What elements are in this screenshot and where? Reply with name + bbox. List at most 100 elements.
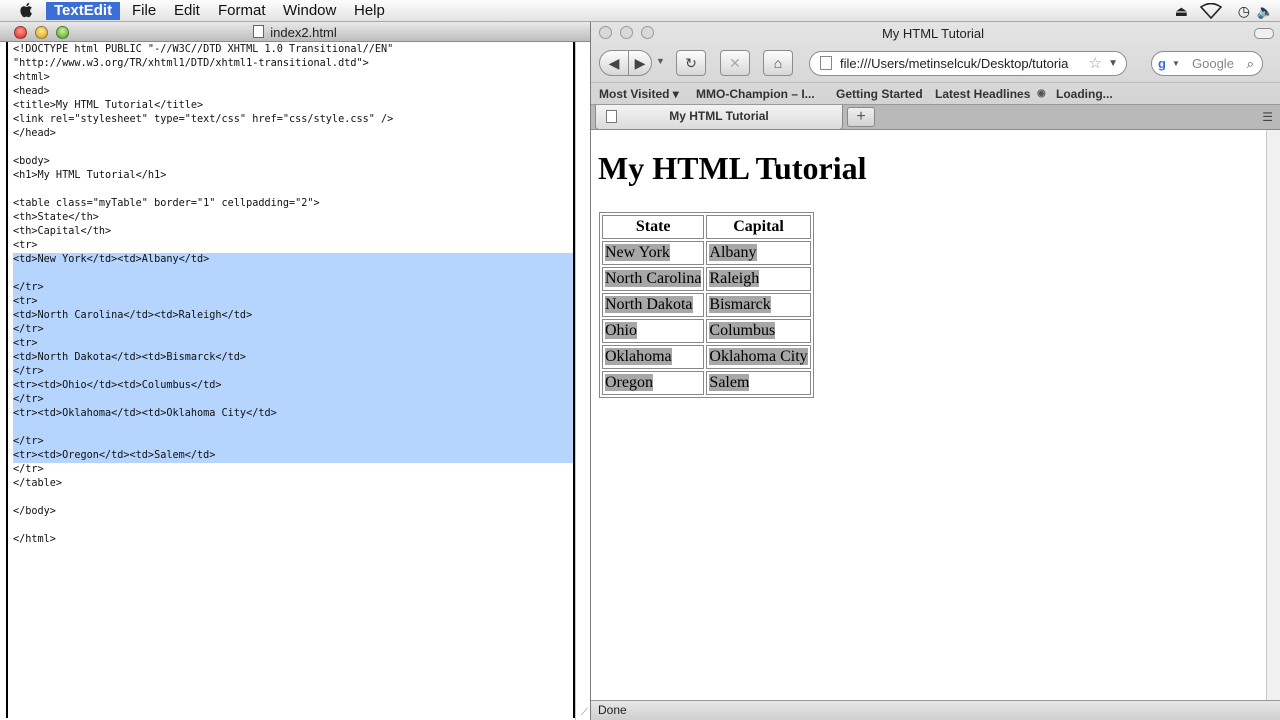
reload-button[interactable]: ↻ (676, 50, 706, 76)
source-code[interactable]: <!DOCTYPE html PUBLIC "-//W3C//DTD XHTML… (13, 43, 573, 547)
back-button[interactable]: ◀ (599, 50, 629, 76)
menu-format[interactable]: Format (218, 2, 266, 20)
google-engine-icon[interactable]: g (1158, 52, 1166, 75)
code-line[interactable]: <table class="myTable" border="1" cellpa… (13, 197, 573, 211)
firefox-window-title: My HTML Tutorial (881, 26, 985, 41)
cell-text: Raleigh (709, 270, 760, 287)
text-editor[interactable]: <!DOCTYPE html PUBLIC "-//W3C//DTD XHTML… (6, 42, 575, 718)
code-line[interactable] (13, 267, 573, 281)
home-button[interactable]: ⌂ (763, 50, 793, 76)
bookmark-mmo-champion[interactable]: MMO-Champion – I... (696, 87, 815, 101)
history-dropdown-icon[interactable]: ▼ (656, 56, 665, 66)
forward-button[interactable]: ▶ (628, 50, 652, 76)
code-line[interactable]: <tr> (13, 239, 573, 253)
code-line[interactable]: <!DOCTYPE html PUBLIC "-//W3C//DTD XHTML… (13, 43, 573, 57)
bookmark-most-visited[interactable]: Most Visited ▾ (599, 87, 679, 101)
code-line[interactable]: <tr> (13, 295, 573, 309)
search-icon[interactable]: ⌕ (1247, 52, 1254, 75)
url-bar[interactable]: file:///Users/metinselcuk/Desktop/tutori… (809, 51, 1127, 76)
forward-arrow-icon: ▶ (634, 55, 646, 71)
code-line[interactable]: <link rel="stylesheet" type="text/css" h… (13, 113, 573, 127)
code-line[interactable]: <td>North Carolina</td><td>Raleigh</td> (13, 309, 573, 323)
bookmark-loading[interactable]: Loading... (1056, 87, 1113, 101)
code-line[interactable]: <tr><td>Oregon</td><td>Salem</td> (13, 449, 573, 463)
bookmark-getting-started[interactable]: Getting Started (836, 87, 923, 101)
code-line[interactable]: <td>New York</td><td>Albany</td> (13, 253, 573, 267)
resize-grip-icon[interactable]: ⟋ (581, 707, 588, 718)
new-tab-button[interactable]: + (847, 107, 875, 127)
code-line[interactable]: </tr> (13, 393, 573, 407)
code-line[interactable]: </tr> (13, 365, 573, 379)
volume-icon[interactable]: 🔈 (1257, 3, 1274, 20)
code-line[interactable]: <head> (13, 85, 573, 99)
table-row: Oklahoma Oklahoma City (602, 345, 811, 369)
cell-text: Bismarck (709, 296, 771, 313)
cell-text: Albany (709, 244, 757, 261)
status-bar: Done (591, 700, 1280, 720)
vertical-scrollbar[interactable]: ⟋ (575, 42, 590, 720)
menu-textedit[interactable]: TextEdit (46, 2, 121, 20)
menu-edit[interactable]: Edit (174, 2, 200, 20)
tab-list-icon[interactable]: ☰ (1262, 110, 1273, 124)
code-line[interactable]: <body> (13, 155, 573, 169)
capital-cell: Albany (706, 241, 811, 265)
code-line[interactable]: <h1>My HTML Tutorial</h1> (13, 169, 573, 183)
tab-my-html-tutorial[interactable]: My HTML Tutorial (595, 105, 843, 130)
table-row: North Carolina Raleigh (602, 267, 811, 291)
table-row: Ohio Columbus (602, 319, 811, 343)
search-box[interactable]: g ▼ Google ⌕ (1151, 51, 1263, 76)
code-line[interactable]: <html> (13, 71, 573, 85)
code-line[interactable] (13, 141, 573, 155)
page-heading: My HTML Tutorial (598, 150, 867, 186)
stop-button[interactable]: ✕ (720, 50, 750, 76)
code-line[interactable] (13, 421, 573, 435)
code-line[interactable]: <title>My HTML Tutorial</title> (13, 99, 573, 113)
menu-file[interactable]: File (132, 2, 156, 20)
engine-dropdown-icon[interactable]: ▼ (1172, 52, 1180, 75)
code-line[interactable]: </tr> (13, 435, 573, 449)
firefox-window: My HTML Tutorial ◀ ▶ ▼ ↻ ✕ ⌂ file:///Use… (590, 22, 1280, 720)
code-line[interactable]: </body> (13, 505, 573, 519)
url-dropdown-icon[interactable]: ▼ (1108, 52, 1118, 75)
code-line[interactable]: </tr> (13, 281, 573, 295)
textedit-titlebar[interactable]: index2.html (0, 22, 590, 42)
page-scrollbar[interactable] (1266, 130, 1280, 700)
code-line[interactable]: <td>North Dakota</td><td>Bismarck</td> (13, 351, 573, 365)
menu-window[interactable]: Window (283, 2, 336, 20)
code-line[interactable] (13, 183, 573, 197)
url-text: file:///Users/metinselcuk/Desktop/tutori… (840, 56, 1069, 71)
wifi-icon[interactable] (1199, 2, 1223, 22)
code-line[interactable]: <th>State</th> (13, 211, 573, 225)
table-row: New York Albany (602, 241, 811, 265)
toolbar-toggle-button[interactable] (1254, 28, 1274, 39)
capital-cell: Raleigh (706, 267, 811, 291)
code-line[interactable]: </tr> (13, 463, 573, 477)
home-icon: ⌂ (773, 55, 783, 71)
time-machine-icon[interactable]: ◷ (1238, 3, 1250, 20)
apple-menu-icon[interactable] (19, 1, 35, 19)
back-arrow-icon: ◀ (608, 55, 620, 71)
page-content: My HTML Tutorial State Capital New York A… (591, 130, 1266, 700)
eject-icon[interactable]: ⏏ (1175, 3, 1188, 20)
code-line[interactable]: <th>Capital</th> (13, 225, 573, 239)
table-row: Oregon Salem (602, 371, 811, 395)
code-line[interactable] (13, 519, 573, 533)
table-row: North Dakota Bismarck (602, 293, 811, 317)
bookmark-latest-headlines[interactable]: Latest Headlines (935, 87, 1030, 101)
code-line[interactable]: <tr> (13, 337, 573, 351)
code-line[interactable]: "http://www.w3.org/TR/xhtml1/DTD/xhtml1-… (13, 57, 573, 71)
code-line[interactable]: <tr><td>Oklahoma</td><td>Oklahoma City</… (13, 407, 573, 421)
code-line[interactable]: </html> (13, 533, 573, 547)
code-line[interactable]: </tr> (13, 323, 573, 337)
cell-text: Oregon (605, 374, 653, 391)
search-placeholder: Google (1192, 56, 1234, 71)
state-cell: Oregon (602, 371, 705, 395)
tab-title: My HTML Tutorial (669, 109, 769, 123)
capital-cell: Oklahoma City (706, 345, 811, 369)
code-line[interactable]: </head> (13, 127, 573, 141)
menu-help[interactable]: Help (354, 2, 385, 20)
code-line[interactable] (13, 491, 573, 505)
code-line[interactable]: </table> (13, 477, 573, 491)
bookmark-star-icon[interactable]: ☆ (1088, 52, 1102, 75)
code-line[interactable]: <tr><td>Ohio</td><td>Columbus</td> (13, 379, 573, 393)
